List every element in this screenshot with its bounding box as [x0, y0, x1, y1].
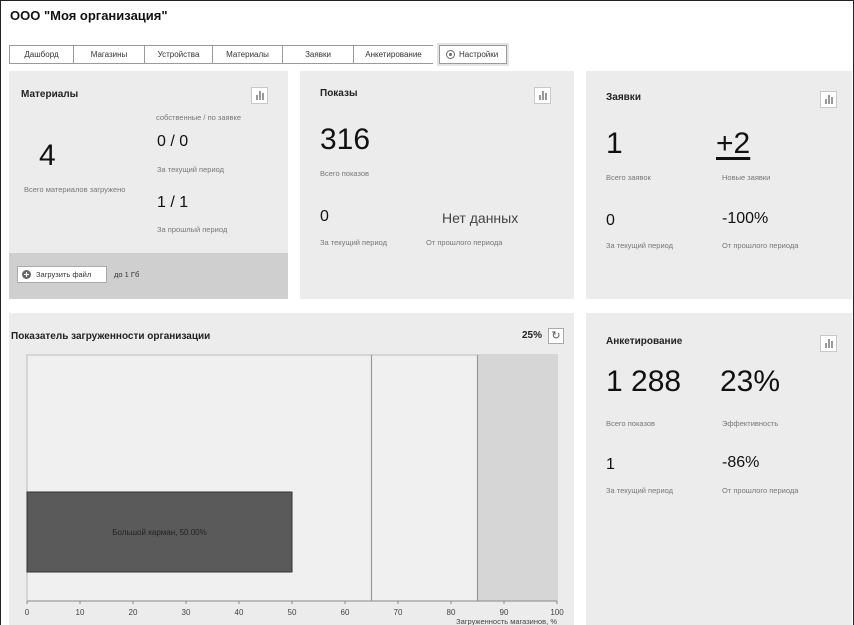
- x-tick-label-5: 50: [288, 608, 297, 617]
- surveys-current-caption: За текущий период: [606, 486, 674, 495]
- shows-chart-button[interactable]: [534, 87, 551, 104]
- tab-dashboard[interactable]: Дашборд: [9, 45, 73, 64]
- surveys-prev-caption: От прошлого периода: [722, 486, 799, 495]
- tab-settings-label: Настройки: [459, 50, 499, 59]
- surveys-total: 1 288: [606, 365, 682, 398]
- organization-title: ООО "Моя организация": [10, 8, 168, 23]
- surveys-chart-button[interactable]: [820, 335, 837, 352]
- tab-materials[interactable]: Материалы: [212, 45, 282, 64]
- requests-new-caption: Новые заявки: [722, 173, 771, 182]
- materials-current-caption: За текущий период: [157, 165, 225, 174]
- materials-panel: Материалы собственные / по заявке 0 / 0 …: [9, 71, 288, 299]
- requests-title: Заявки: [606, 92, 641, 103]
- load-panel: Показатель загруженности организации 25%…: [9, 313, 574, 625]
- shows-title: Показы: [320, 88, 358, 99]
- load-percent: 25%: [522, 330, 543, 341]
- requests-panel: Заявки 1 Всего заявок +2 Новые заявки 0 …: [586, 71, 852, 299]
- shows-total: 316: [320, 123, 371, 156]
- tab-settings[interactable]: Настройки: [439, 45, 508, 64]
- load-band: [477, 355, 557, 601]
- requests-prev-value: -100%: [722, 210, 769, 227]
- main-tabs: Дашборд Магазины Устройства Материалы За…: [9, 45, 508, 64]
- materials-total: 4: [39, 139, 56, 172]
- shows-total-caption: Всего показов: [320, 169, 370, 178]
- materials-chart-button[interactable]: [251, 87, 268, 104]
- surveys-total-caption: Всего показов: [606, 419, 656, 428]
- shows-current-value: 0: [320, 208, 329, 225]
- surveys-prev-value: -86%: [722, 454, 760, 471]
- x-tick-label-9: 90: [500, 608, 509, 617]
- refresh-icon: ↻: [551, 330, 561, 342]
- x-tick-label-0: 0: [25, 608, 30, 617]
- requests-current-value: 0: [606, 212, 615, 229]
- x-tick-label-1: 10: [76, 608, 85, 617]
- x-tick-label-4: 40: [235, 608, 244, 617]
- materials-header-caption: собственные / по заявке: [156, 113, 242, 122]
- tab-requests[interactable]: Заявки: [282, 45, 353, 64]
- upload-file-label: Загрузить файл: [36, 270, 92, 279]
- x-tick-label-7: 70: [394, 608, 403, 617]
- tab-surveys[interactable]: Анкетирование: [353, 45, 433, 64]
- add-circle-icon: [22, 270, 31, 279]
- x-tick-label-3: 30: [182, 608, 191, 617]
- refresh-button[interactable]: ↻: [548, 328, 564, 344]
- materials-prev-caption: За прошлый период: [157, 225, 228, 234]
- shows-prev-value: Нет данных: [442, 210, 519, 226]
- materials-current-value: 0 / 0: [157, 133, 189, 150]
- upload-strip: Загрузить файл до 1 Гб: [9, 253, 288, 299]
- shows-prev-caption: От прошлого периода: [426, 238, 503, 247]
- requests-chart-button[interactable]: [820, 91, 837, 108]
- bar-label-0: Большой карман, 50.00%: [112, 528, 206, 537]
- surveys-efficiency: 23%: [720, 365, 781, 398]
- x-tick-label-2: 20: [129, 608, 138, 617]
- shows-current-caption: За текущий период: [320, 238, 388, 247]
- requests-new-value[interactable]: +2: [716, 127, 750, 161]
- surveys-efficiency-caption: Эффективность: [722, 419, 779, 428]
- requests-prev-caption: От прошлого периода: [722, 241, 799, 250]
- surveys-title: Анкетирование: [606, 336, 683, 347]
- shows-panel: Показы 316 Всего показов 0 За текущий пе…: [300, 71, 574, 299]
- load-chart: Большой карман, 50.00% 0 10 20 30 40 50 60 70 80 9…: [25, 354, 564, 625]
- materials-title: Материалы: [21, 89, 79, 100]
- x-tick-label-8: 80: [447, 608, 456, 617]
- requests-total: 1: [606, 127, 623, 160]
- upload-limit: до 1 Гб: [114, 270, 140, 279]
- requests-total-caption: Всего заявок: [606, 173, 651, 182]
- x-tick-label-10: 100: [550, 608, 564, 617]
- x-axis-label: Загруженность магазинов, %: [456, 617, 557, 625]
- materials-total-caption: Всего материалов загружено: [24, 185, 126, 194]
- surveys-panel: Анкетирование 1 288 Всего показов 23% Эф…: [586, 313, 852, 625]
- upload-file-button[interactable]: Загрузить файл: [17, 266, 107, 283]
- load-title: Показатель загруженности организации: [11, 331, 211, 342]
- tab-devices[interactable]: Устройства: [144, 45, 212, 64]
- surveys-current-value: 1: [606, 456, 615, 473]
- gear-icon: [446, 50, 455, 59]
- x-tick-label-6: 60: [341, 608, 350, 617]
- materials-prev-value: 1 / 1: [157, 194, 189, 211]
- tab-stores[interactable]: Магазины: [73, 45, 144, 64]
- requests-current-caption: За текущий период: [606, 241, 674, 250]
